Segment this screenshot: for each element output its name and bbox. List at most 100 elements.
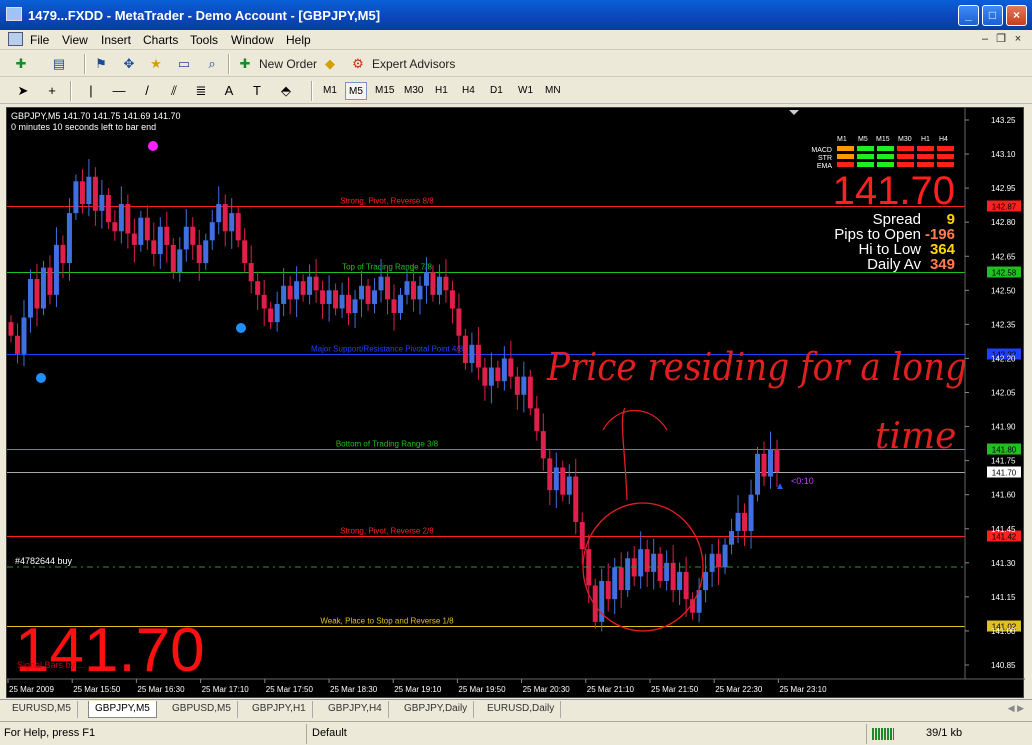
expert-advisors-button[interactable]: Expert Advisors [372,55,455,73]
strategy-tester-icon[interactable]: ⌕ [203,55,221,73]
timeframe-m5[interactable]: M5 [345,82,367,100]
grid-row-ema: EMA [817,163,833,170]
grid-tf-h4: H4 [939,136,948,143]
candle-body [235,213,241,241]
candle-body [47,267,53,295]
profiles-icon[interactable]: ▤ [50,55,68,73]
favorites-icon[interactable]: ★ [147,55,165,73]
stat-value-daily-av: 349 [930,256,955,273]
crosshair-icon[interactable]: + [43,82,61,100]
timeframe-m30[interactable]: M30 [401,82,426,100]
metaeditor-icon[interactable]: ◆ [321,55,339,73]
price-axis-label: 142.35 [991,320,1016,329]
vertical-line-icon[interactable]: | [82,82,100,100]
horizontal-line-icon[interactable]: — [110,82,128,100]
mdi-close-icon[interactable]: × [1011,32,1025,46]
price-chart[interactable]: Strong, Pivot, Reverse 8/8142.87Top of T… [7,108,1025,699]
timeframe-m1[interactable]: M1 [320,82,340,100]
menu-help[interactable]: Help [286,33,311,47]
text-tool-icon[interactable]: A [220,82,238,100]
tab-gbpjpy-m5[interactable]: GBPJPY,M5 [88,701,157,718]
candle-body [183,226,189,250]
menu-insert[interactable]: Insert [101,33,131,47]
navigator-icon[interactable]: ✥ [120,55,138,73]
time-axis-label: 25 Mar 21:10 [587,685,635,694]
level-label: Strong, Pivot, Reverse 8/8 [340,197,434,206]
candle-body [540,431,546,459]
chart-shift-marker-icon[interactable] [789,110,799,115]
tab-gbpjpy-h4[interactable]: GBPJPY,H4 [322,701,389,718]
candle-body [339,294,345,309]
text-label-icon[interactable]: T [248,82,266,100]
timeframe-d1[interactable]: D1 [487,82,506,100]
candle-body [527,376,533,409]
candle-body [430,272,436,295]
candle-body [404,281,410,295]
cursor-icon[interactable]: ➤ [14,82,32,100]
status-help: For Help, press F1 [4,727,96,739]
candle-body [644,549,650,572]
candle-body [177,249,183,273]
mdi-restore-icon[interactable]: ❐ [994,32,1008,46]
equidistant-channel-icon[interactable]: ⫽ [165,82,183,100]
tab-gbpjpy-h1[interactable]: GBPJPY,H1 [246,701,313,718]
market-watch-icon[interactable]: ⚑ [92,55,110,73]
candle-body [534,408,540,432]
menu-tools[interactable]: Tools [190,33,218,47]
indicator-grid: M1 M5 M15 M30 H1 H4 MACD STR EMA [811,136,954,170]
candle-body [703,571,709,591]
timeframe-w1[interactable]: W1 [515,82,536,100]
candle-body [118,204,124,232]
expert-advisors-icon[interactable]: ⚙ [349,55,367,73]
current-price-tag-text: 141.70 [992,469,1017,478]
candle-body [274,303,280,323]
timeframe-mn[interactable]: MN [542,82,564,100]
tab-gbpusd-m5[interactable]: GBPUSD,M5 [166,701,238,718]
indicator-cell [897,162,914,167]
tab-eurusd-m5[interactable]: EURUSD,M5 [6,701,78,718]
new-chart-icon[interactable]: ✚ [12,55,30,73]
candle-body [605,580,611,600]
new-order-icon[interactable]: ✚ [236,55,254,73]
arrows-icon[interactable]: ⬘ [277,82,295,100]
timeframe-h1[interactable]: H1 [432,82,451,100]
candle-body [664,562,670,581]
menu-file[interactable]: File [30,33,49,47]
candle-body [365,285,371,304]
menu-window[interactable]: Window [231,33,274,47]
maximize-button[interactable]: □ [982,5,1003,26]
chart-window[interactable]: Strong, Pivot, Reverse 8/8 142.87 Top of T… [6,107,1025,699]
time-axis-label: 25 Mar 20:30 [523,685,571,694]
indicator-cell [937,162,954,167]
chart-header-timer: 0 minutes 10 seconds left to bar end [11,122,156,132]
candle-body [346,294,352,314]
tab-scroll-arrows-icon[interactable]: ◀ ▶ [1008,703,1024,714]
menu-charts[interactable]: Charts [143,33,178,47]
tab-eurusd-daily[interactable]: EURUSD,Daily [481,701,562,718]
tab-gbpjpy-daily[interactable]: GBPJPY,Daily [398,701,475,718]
chart-tabs: EURUSD,M5 GBPJPY,M5 GBPUSD,M5 GBPJPY,H1 … [0,699,1032,719]
candle-body [112,222,118,232]
time-axis-label: 25 Mar 19:50 [458,685,506,694]
time-axis-label: 25 Mar 18:30 [330,685,378,694]
grid-tf-h1: H1 [921,136,930,143]
price-axis-label: 143.10 [991,150,1016,159]
fibonacci-icon[interactable]: ≣ [192,82,210,100]
candle-body [229,213,235,232]
price-axis-label: 141.15 [991,593,1016,602]
candle-body [735,512,741,532]
minimize-button[interactable]: _ [958,5,979,26]
menu-view[interactable]: View [62,33,88,47]
candle-body [683,571,689,600]
new-order-button[interactable]: New Order [259,55,317,73]
timeframe-h4[interactable]: H4 [459,82,478,100]
candle-body [774,449,780,472]
mdi-minimize-icon[interactable]: – [978,32,992,46]
indicator-cell [857,162,874,167]
close-button[interactable]: × [1006,5,1027,26]
timeframe-m15[interactable]: M15 [372,82,397,100]
trendline-icon[interactable]: / [138,82,156,100]
document-icon[interactable] [8,32,23,46]
candle-body [333,290,339,309]
terminal-icon[interactable]: ▭ [175,55,193,73]
